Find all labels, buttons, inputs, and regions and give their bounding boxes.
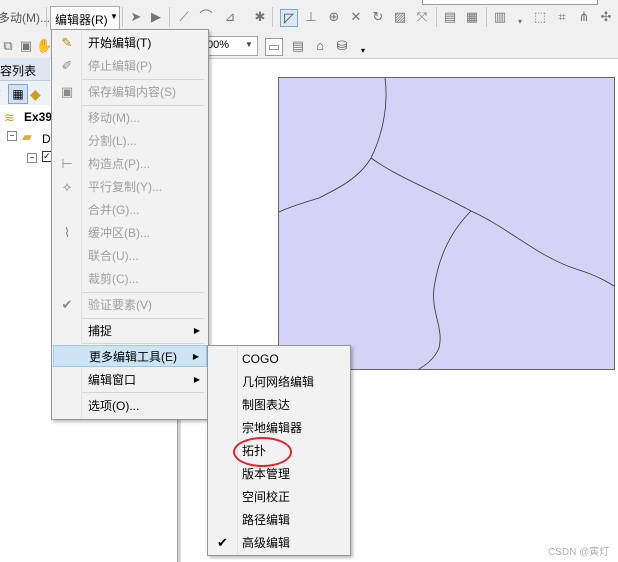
submenu-item-parcel-editor[interactable]: 宗地编辑器	[208, 417, 350, 439]
toolbar-options-icon[interactable]: ▥	[492, 9, 508, 25]
topology-network-icon[interactable]: ⋔	[576, 9, 592, 25]
zoom-value: 00%	[207, 39, 230, 51]
layers-icon: ≋	[4, 110, 15, 125]
editor-menu-button[interactable]: 编辑器(R) ▼	[50, 6, 120, 30]
trace-icon[interactable]: ⊿	[222, 9, 238, 25]
stop-edit-icon: ✐	[61, 58, 73, 73]
split-tool-icon[interactable]: ✕	[348, 9, 364, 25]
submenu-item-route-editing[interactable]: 路径编辑	[208, 509, 350, 531]
rotate-tool-icon[interactable]: ↻	[370, 9, 386, 25]
pencil-icon: ✎	[61, 35, 73, 50]
construct-points-icon: ⊢	[61, 156, 73, 171]
toolbox-icon[interactable]: ⛁	[334, 38, 350, 54]
collapse-icon[interactable]: −	[7, 131, 17, 141]
validate-features-icon: ✔	[61, 297, 73, 312]
map-polygon-layer[interactable]	[278, 77, 615, 370]
paste-icon[interactable]: ▣	[18, 38, 34, 54]
menu-separator	[82, 343, 204, 344]
menu-item-union[interactable]: 联合(U)...	[52, 245, 208, 267]
submenu-item-versioning[interactable]: 版本管理	[208, 463, 350, 485]
menu-item-editing-windows[interactable]: 编辑窗口 ▶	[52, 369, 208, 391]
create-features-icon[interactable]: ▦	[464, 9, 480, 25]
submenu-item-representation[interactable]: 制图表达	[208, 394, 350, 416]
menu-separator	[82, 318, 204, 319]
select-topology-icon[interactable]: ⬚	[532, 9, 548, 25]
list-by-drawing-order-icon[interactable]: ▦	[8, 84, 28, 104]
cut-polygons-icon[interactable]: ⊕	[326, 9, 342, 25]
chevron-down-icon: ▼	[245, 40, 253, 49]
menu-item-construct-points[interactable]: ⊢ 构造点(P)...	[52, 153, 208, 175]
menu-item-merge[interactable]: 合并(G)...	[52, 199, 208, 221]
menu-separator	[82, 392, 204, 393]
layout-page-icon[interactable]: ▤	[290, 38, 306, 54]
list-by-source-icon[interactable]: ◆	[30, 86, 41, 103]
menu-item-move[interactable]: 移动(M)...	[52, 107, 208, 129]
collapse-icon[interactable]: −	[27, 153, 37, 163]
highlight-circle-annotation	[233, 437, 292, 467]
table-icon[interactable]: ▤	[442, 9, 458, 25]
menu-item-more-editing-tools[interactable]: 更多编辑工具(E) ▶	[53, 345, 207, 367]
boundary-line	[370, 157, 472, 212]
polygon-boundaries	[279, 78, 614, 369]
menu-item-options[interactable]: 选项(O)...	[52, 395, 208, 417]
menu-item-copy-parallel[interactable]: ⟡ 平行复制(Y)...	[52, 176, 208, 198]
layout-view-icon[interactable]: ▭	[265, 38, 283, 56]
folder-icon: ▰	[22, 129, 32, 144]
boundary-line	[470, 210, 614, 287]
submenu-item-advanced-editing[interactable]: ✔ 高级编辑	[208, 532, 350, 554]
menu-item-save-edits[interactable]: ▣ 保存编辑内容(S)	[52, 81, 208, 103]
topology-edit-icon[interactable]: ⌗	[554, 9, 570, 25]
watermark: CSDN @寅灯	[548, 547, 610, 558]
menu-item-start-editing[interactable]: ✎ 开始编辑(T)	[52, 32, 208, 54]
editor-dropdown-menu: ✎ 开始编辑(T) ✐ 停止编辑(P) ▣ 保存编辑内容(S) 移动(M)...…	[51, 29, 209, 420]
boundary-line	[279, 78, 387, 213]
attributes-icon[interactable]: ▨	[392, 9, 408, 25]
buffer-icon: ⌇	[63, 225, 71, 240]
copy-icon[interactable]: ⧉	[0, 38, 16, 54]
submenu-arrow-icon: ▶	[192, 352, 199, 361]
menu-separator	[82, 292, 204, 293]
toc-root-label[interactable]: Ex39	[24, 110, 52, 124]
menu-item-stop-editing[interactable]: ✐ 停止编辑(P)	[52, 55, 208, 77]
checkmark-icon: ✔	[217, 535, 228, 550]
straight-segment-icon[interactable]: ⟋	[176, 9, 192, 25]
sketch-properties-icon[interactable]: ⤧	[414, 9, 430, 25]
toolbar-overflow-icon[interactable]: ▾	[355, 43, 371, 59]
hand-icon[interactable]: ✋	[36, 38, 52, 54]
edit-annotation-icon[interactable]: ▶	[148, 9, 164, 25]
layer-dropdown-partial[interactable]	[422, 0, 598, 5]
move-menu-partial[interactable]: 多动(M)...	[0, 9, 50, 26]
menu-separator	[82, 105, 204, 106]
toolbar-overflow-icon[interactable]: ▾	[512, 14, 528, 30]
submenu-arrow-icon: ▶	[193, 326, 200, 335]
submenu-item-cogo[interactable]: COGO	[208, 348, 350, 370]
edit-tool-icon[interactable]: ➤	[128, 9, 144, 25]
toc-title: 容列表	[0, 64, 37, 78]
menu-item-snapping[interactable]: 捕捉 ▶	[52, 320, 208, 342]
menu-separator	[82, 79, 204, 80]
menu-item-split[interactable]: 分割(L)...	[52, 130, 208, 152]
submenu-item-geometric-network[interactable]: 几何网络编辑	[208, 371, 350, 393]
toc-folder-label[interactable]: D	[42, 132, 51, 146]
copy-parallel-icon: ⟡	[62, 179, 72, 194]
catalog-icon[interactable]: ⌂	[312, 38, 328, 54]
menu-item-validate-features[interactable]: ✔ 验证要素(V)	[52, 294, 208, 316]
submenu-arrow-icon: ▶	[193, 375, 200, 384]
boundary-line	[418, 210, 472, 369]
end-point-arc-icon[interactable]: ⌒	[198, 9, 214, 25]
editor-menu-label: 编辑器(R)	[55, 13, 108, 27]
menu-item-buffer[interactable]: ⌇ 缓冲区(B)...	[52, 222, 208, 244]
reshape-feature-icon[interactable]: ⊥	[303, 9, 319, 25]
save-icon: ▣	[60, 84, 74, 99]
topology-cross-icon[interactable]: ✣	[598, 9, 614, 25]
toc-header: 容列表	[0, 58, 50, 81]
edit-vertices-icon[interactable]: ◸	[280, 9, 298, 27]
submenu-item-spatial-adjustment[interactable]: 空间校正	[208, 486, 350, 508]
menu-item-clip[interactable]: 裁剪(C)...	[52, 268, 208, 290]
point-icon[interactable]: ✱	[252, 9, 268, 25]
chevron-down-icon: ▼	[110, 12, 118, 21]
toc-toolbar: : ▦ ◆	[0, 81, 50, 105]
